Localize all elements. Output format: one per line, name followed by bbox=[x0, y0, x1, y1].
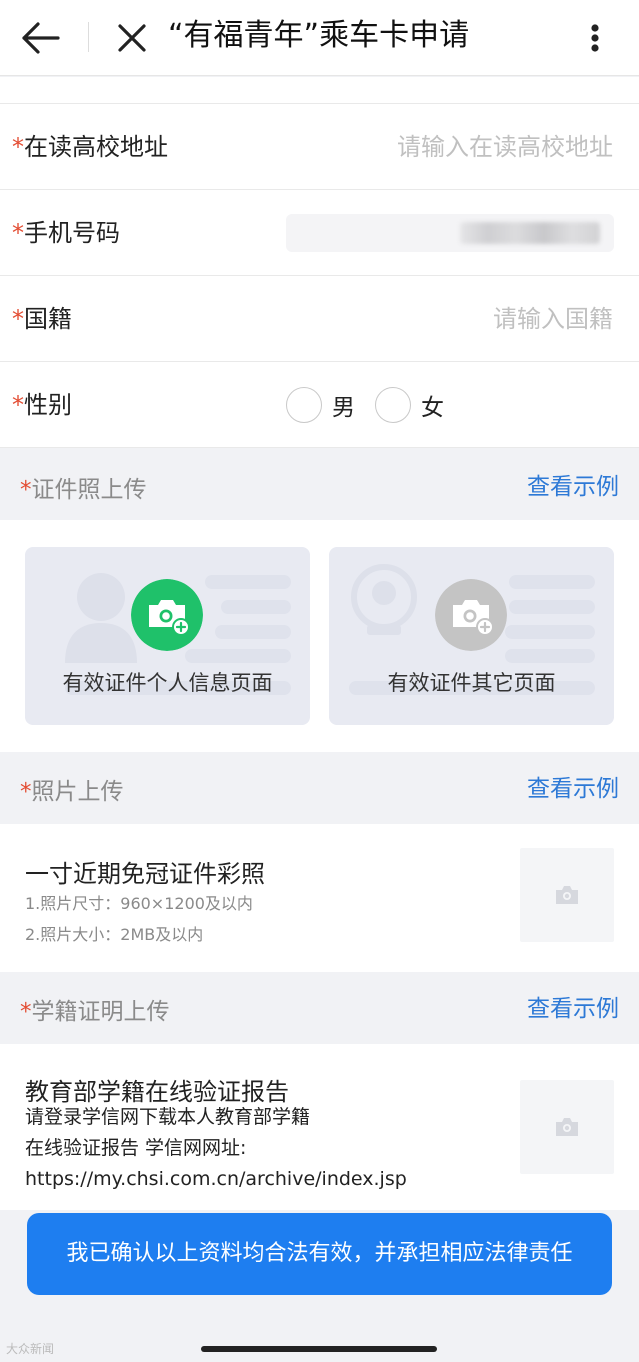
phone-redacted-value bbox=[460, 222, 600, 244]
previous-field-remainder bbox=[0, 77, 639, 104]
id-card-info-page-upload[interactable]: 有效证件个人信息页面 bbox=[25, 547, 310, 725]
enrollment-instruction-line-2: 在线验证报告 学信网网址: bbox=[25, 1137, 247, 1159]
home-indicator[interactable] bbox=[201, 1346, 437, 1352]
camera-icon bbox=[556, 886, 578, 904]
photo-filesize-note: 2.照片大小：2MB及以内 bbox=[25, 925, 204, 944]
photo-size-note: 1.照片尺寸：960×1200及以内 bbox=[25, 894, 253, 913]
divider bbox=[88, 22, 89, 52]
nationality-label: *国籍 bbox=[12, 305, 72, 333]
camera-add-icon bbox=[435, 579, 507, 651]
enrollment-upload-section-header: *学籍证明上传 查看示例 bbox=[0, 974, 639, 1044]
gender-row: *性别 男 女 bbox=[0, 362, 639, 448]
school-address-row: *在读高校地址 请输入在读高校地址 bbox=[0, 104, 639, 190]
gender-label: *性别 bbox=[12, 391, 72, 419]
enrollment-upload-item: 教育部学籍在线验证报告 请登录学信网下载本人教育部学籍 在线验证报告 学信网网址… bbox=[0, 1044, 639, 1210]
page-title: “有福青年”乘车卡申请 bbox=[168, 18, 470, 53]
id-upload-cards: 有效证件个人信息页面 有效证件其它页面 bbox=[0, 520, 639, 752]
id-card-other-page-caption: 有效证件其它页面 bbox=[387, 671, 556, 695]
person-silhouette-icon bbox=[65, 573, 137, 663]
top-bar: “有福青年”乘车卡申请 bbox=[0, 0, 639, 76]
id-card-other-page-upload[interactable]: 有效证件其它页面 bbox=[329, 547, 614, 725]
phone-row: *手机号码 bbox=[0, 190, 639, 276]
gender-radio-female[interactable]: 女 bbox=[375, 362, 444, 448]
enrollment-upload-example-link[interactable]: 查看示例 bbox=[527, 974, 619, 1044]
camera-icon bbox=[556, 1118, 578, 1136]
nationality-input[interactable]: 请输入国籍 bbox=[493, 276, 613, 362]
photo-upload-item: 一寸近期免冠证件彩照 1.照片尺寸：960×1200及以内 2.照片大小：2MB… bbox=[0, 824, 639, 972]
arrow-left-icon[interactable] bbox=[18, 18, 62, 58]
more-vertical-icon[interactable] bbox=[580, 18, 610, 58]
chsi-url[interactable]: https://my.chsi.com.cn/archive/index.jsp bbox=[25, 1164, 407, 1195]
phone-label: *手机号码 bbox=[12, 219, 120, 247]
close-icon[interactable] bbox=[112, 18, 152, 58]
radio-circle-icon[interactable] bbox=[375, 387, 411, 423]
watermark: 大众新闻 bbox=[6, 1342, 55, 1356]
confirm-button[interactable]: 我已确认以上资料均合法有效，并承担相应法律责任 bbox=[27, 1213, 612, 1295]
photo-upload-title: *照片上传 bbox=[20, 779, 124, 805]
photo-upload-thumbnail[interactable] bbox=[520, 848, 614, 942]
camera-add-icon bbox=[131, 579, 203, 651]
phone-input[interactable] bbox=[286, 214, 614, 252]
photo-upload-example-link[interactable]: 查看示例 bbox=[527, 754, 619, 824]
enrollment-upload-title: *学籍证明上传 bbox=[20, 999, 170, 1025]
nationality-row: *国籍 请输入国籍 bbox=[0, 276, 639, 362]
photo-upload-section-header: *照片上传 查看示例 bbox=[0, 754, 639, 824]
radio-circle-icon[interactable] bbox=[286, 387, 322, 423]
id-upload-title: *证件照上传 bbox=[20, 477, 147, 503]
school-address-label: *在读高校地址 bbox=[12, 133, 168, 161]
enrollment-instruction-line-1: 请登录学信网下载本人教育部学籍 bbox=[25, 1106, 311, 1128]
id-upload-section-header: *证件照上传 查看示例 bbox=[0, 452, 639, 522]
school-address-input[interactable]: 请输入在读高校地址 bbox=[397, 104, 613, 190]
id-upload-example-link[interactable]: 查看示例 bbox=[527, 452, 619, 522]
gender-radio-male[interactable]: 男 bbox=[286, 362, 355, 448]
photo-upload-item-title: 一寸近期免冠证件彩照 bbox=[25, 860, 265, 888]
national-emblem-icon bbox=[351, 564, 417, 635]
enrollment-upload-thumbnail[interactable] bbox=[520, 1080, 614, 1174]
id-card-info-page-caption: 有效证件个人信息页面 bbox=[62, 671, 273, 695]
